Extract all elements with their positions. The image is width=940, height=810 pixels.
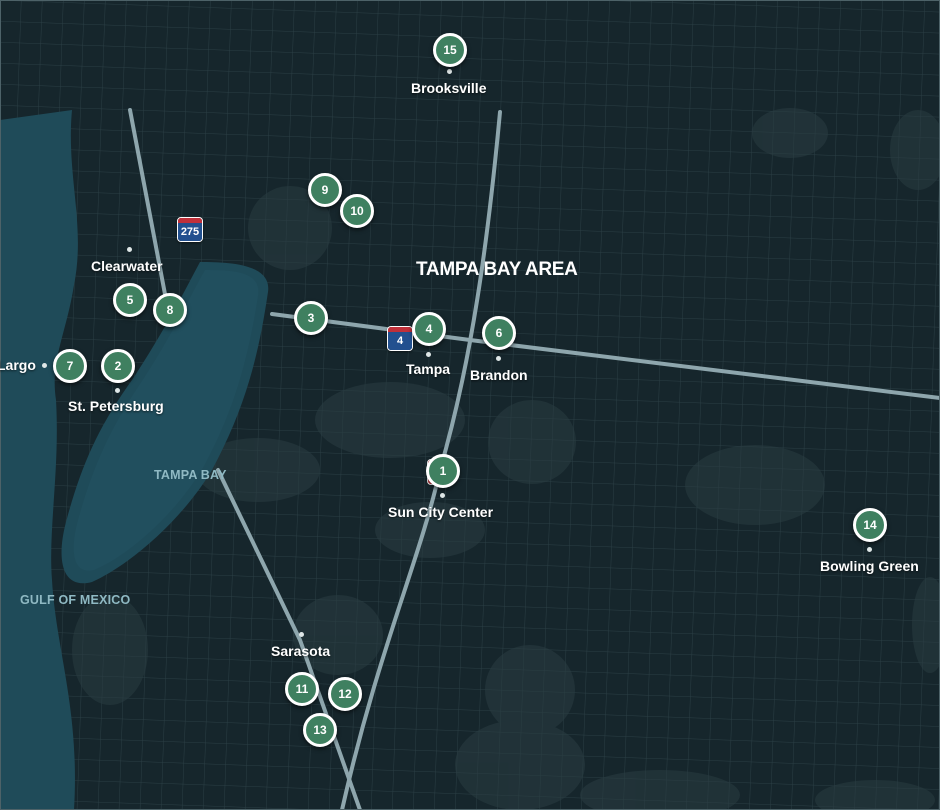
city-label-tampa: Tampa (406, 361, 451, 377)
city-dot-brooksville (447, 69, 452, 74)
map-marker-7[interactable]: 7 (53, 349, 87, 383)
region-label: TAMPA BAY AREA (416, 259, 578, 280)
city-dot-tampa (426, 352, 431, 357)
interstate-275-number: 275 (178, 223, 202, 241)
city-label-largo: Largo (0, 357, 36, 373)
map-marker-10[interactable]: 10 (340, 194, 374, 228)
city-label-clearwater: Clearwater (91, 258, 163, 274)
map-marker-13[interactable]: 13 (303, 713, 337, 747)
city-label-brooksville: Brooksville (411, 80, 487, 96)
map-marker-2[interactable]: 2 (101, 349, 135, 383)
map-marker-12[interactable]: 12 (328, 677, 362, 711)
map-marker-3[interactable]: 3 (294, 301, 328, 335)
map-marker-8[interactable]: 8 (153, 293, 187, 327)
map-marker-6[interactable]: 6 (482, 316, 516, 350)
map-marker-5[interactable]: 5 (113, 283, 147, 317)
city-dot-largo (42, 363, 47, 368)
map-marker-14[interactable]: 14 (853, 508, 887, 542)
map-marker-15[interactable]: 15 (433, 33, 467, 67)
city-label-sun-city-center: Sun City Center (388, 504, 494, 520)
city-dot-sarasota (299, 632, 304, 637)
city-dot-sun-city-center (440, 493, 445, 498)
gulf-of-mexico-label: GULF OF MEXICO (20, 593, 131, 607)
tampa-bay-label: TAMPA BAY (154, 468, 227, 482)
city-label-brandon: Brandon (470, 367, 528, 383)
city-dot-clearwater (127, 247, 132, 252)
interstate-275-shield: 275 (177, 217, 203, 242)
map-marker-11[interactable]: 11 (285, 672, 319, 706)
interstate-4-shield: 4 (387, 326, 413, 351)
interstate-4-number: 4 (388, 332, 412, 350)
map-marker-4[interactable]: 4 (412, 312, 446, 346)
map-marker-9[interactable]: 9 (308, 173, 342, 207)
city-dot-bowling-green (867, 547, 872, 552)
city-dot-brandon (496, 356, 501, 361)
city-label-sarasota: Sarasota (271, 643, 331, 659)
city-dot-st-petersburg (115, 388, 120, 393)
city-label-st-petersburg: St. Petersburg (68, 398, 164, 414)
city-label-bowling-green: Bowling Green (820, 558, 919, 574)
map-marker-1[interactable]: 1 (426, 454, 460, 488)
